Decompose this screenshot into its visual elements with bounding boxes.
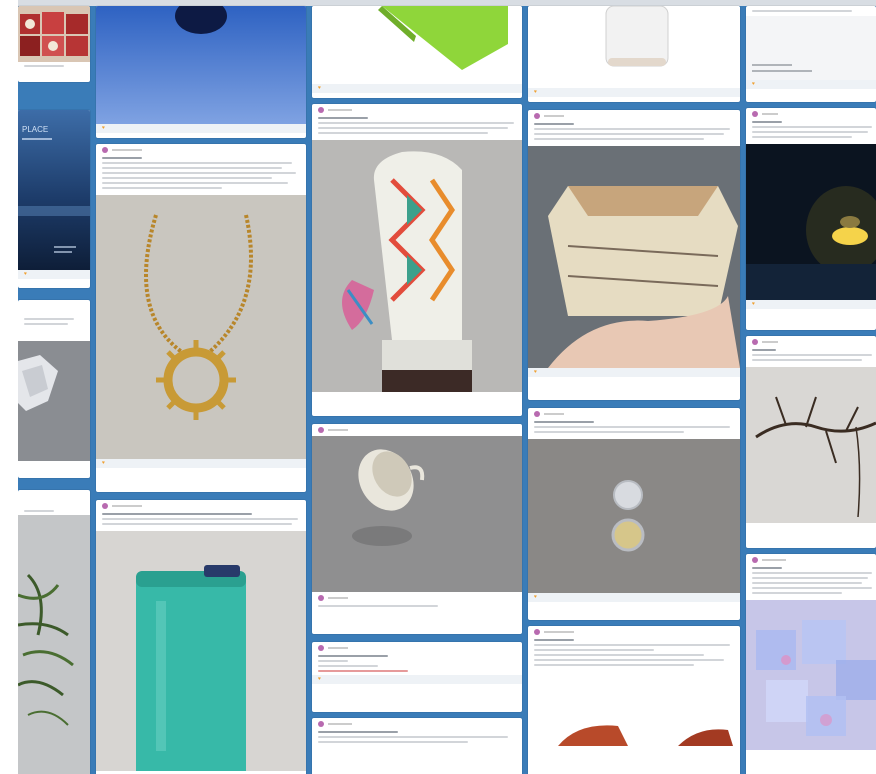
post-card[interactable]: ♥: [312, 6, 522, 98]
post-card[interactable]: ♥: [528, 408, 740, 620]
post-photo-twig: [746, 367, 876, 523]
post-photo-gifts: [18, 6, 90, 62]
post-photo-blue-object: [96, 6, 306, 124]
post-photo-arctic-poster: PLACE: [18, 110, 90, 270]
padlet-board: PLACE ♥ ♥ ♥ ♥ ♥ ♥ ♥ ♥ ♥ ♥: [18, 0, 876, 774]
heart-icon[interactable]: ♥: [24, 272, 27, 277]
post-photo-knitted-mitten: [312, 140, 522, 392]
avatar-icon: [752, 110, 758, 117]
avatar-icon: [318, 594, 324, 601]
post-card[interactable]: [528, 626, 740, 774]
post-card[interactable]: ♥: [746, 108, 876, 330]
post-photo-ice-cubes: [746, 600, 876, 750]
heart-icon[interactable]: ♥: [318, 86, 321, 91]
heart-icon[interactable]: ♥: [102, 126, 105, 131]
post-photo-screenshot: [746, 16, 876, 80]
post-photo-green-dustpan: [312, 6, 522, 84]
post-photo-palm-plant: [18, 515, 90, 774]
avatar-icon: [752, 556, 758, 563]
heart-icon[interactable]: ♥: [752, 302, 755, 307]
poster-lettering: PLACE: [22, 125, 48, 134]
post-card[interactable]: PLACE ♥: [18, 110, 90, 288]
post-card[interactable]: ♥: [312, 642, 522, 712]
heart-icon[interactable]: ♥: [534, 370, 537, 375]
heart-icon[interactable]: ♥: [534, 90, 537, 95]
post-card[interactable]: ♥: [528, 110, 740, 400]
post-card[interactable]: ♥: [96, 144, 306, 492]
heart-icon[interactable]: ♥: [318, 677, 321, 682]
post-photo-candle: [746, 144, 876, 300]
post-photo-white-cup: [312, 436, 522, 592]
avatar-icon: [318, 426, 324, 433]
heart-icon[interactable]: ♥: [534, 595, 537, 600]
post-card[interactable]: ♥: [746, 6, 876, 102]
post-card[interactable]: [18, 6, 90, 82]
post-card[interactable]: [96, 500, 306, 774]
post-card[interactable]: [746, 554, 876, 774]
post-photo-teal-power-bank: [96, 531, 306, 771]
avatar-icon: [318, 720, 324, 727]
post-photo-crumpled-paper: [18, 341, 90, 461]
post-card[interactable]: ♥: [528, 6, 740, 102]
post-card[interactable]: [312, 718, 522, 774]
post-card[interactable]: [18, 490, 90, 774]
post-card[interactable]: [746, 336, 876, 548]
post-photo-red-object: [528, 686, 740, 746]
heart-icon[interactable]: ♥: [752, 82, 755, 87]
post-card[interactable]: ♥: [96, 6, 306, 138]
avatar-icon: [534, 410, 540, 417]
post-photo-gold-pendant: [96, 195, 306, 459]
heart-icon[interactable]: ♥: [102, 461, 105, 466]
avatar-icon: [318, 106, 324, 113]
post-photo-birch-bark-basket: [528, 146, 740, 368]
avatar-icon: [102, 502, 108, 509]
avatar-icon: [752, 338, 758, 345]
avatar-icon: [534, 112, 540, 119]
avatar-icon: [102, 146, 108, 153]
post-card[interactable]: [312, 424, 522, 634]
post-card[interactable]: [18, 300, 90, 478]
avatar-icon: [318, 644, 324, 651]
avatar-icon: [534, 628, 540, 635]
post-photo-glass-jar: [528, 6, 740, 88]
post-card[interactable]: [312, 104, 522, 416]
post-photo-coins: [528, 439, 740, 593]
